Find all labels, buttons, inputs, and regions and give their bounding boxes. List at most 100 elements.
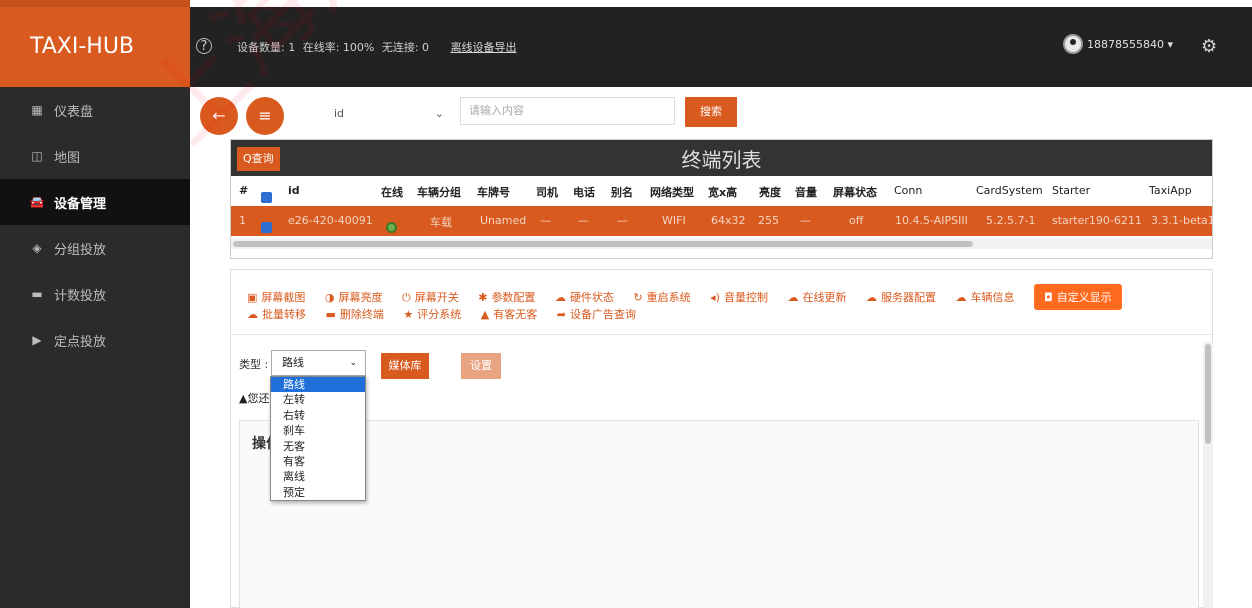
volume: — (800, 214, 811, 227)
chevron-down-icon: ⌄ (349, 358, 357, 368)
divider (231, 334, 1212, 335)
filter-field-select[interactable]: id ⌄ (330, 101, 450, 125)
dropdown-option[interactable]: 离线 (271, 469, 365, 484)
cloud-icon: ☁ (955, 291, 967, 304)
volume-action[interactable]: ◂) 音量控制 (710, 289, 768, 305)
brand-logo[interactable]: TAXI-HUB (0, 7, 190, 87)
group-icon: ◈ (32, 241, 42, 255)
sidebar-item-label: 设备管理 (54, 196, 107, 212)
contrast-icon: ◑ (324, 291, 335, 304)
phone: — (578, 214, 589, 227)
refresh-icon: ↻ (633, 291, 643, 304)
column-header: 车牌号 (477, 186, 510, 199)
list-button[interactable]: ≡ (246, 97, 284, 135)
sidebar-item-count-delivery[interactable]: ▬ 计数投放 (0, 271, 190, 317)
reboot-action[interactable]: ↻ 重启系统 (633, 289, 690, 305)
sidebar: ▦ 仪表盘 ◫ 地图 🚘 设备管理 ◈ 分组投放 ▬ 计数投放 ▶ 定点投放 (0, 87, 190, 608)
map-icon: ◫ (31, 149, 43, 163)
delete-terminal-action[interactable]: ▬ 删除终端 (326, 306, 384, 322)
back-button[interactable]: ← (200, 97, 238, 135)
table-row[interactable]: 1 e26-420-40091 车载 Unamed — — — WIFI 64x… (231, 206, 1212, 236)
sidebar-item-device-management[interactable]: 🚘 设备管理 (0, 179, 190, 225)
occupancy-action[interactable]: ▲ 有客无客 (481, 306, 537, 322)
offline-export-link[interactable]: 离线设备导出 (451, 41, 517, 54)
screen-size: 64x32 (711, 214, 746, 227)
type-select[interactable]: 路线 ⌄ (271, 350, 366, 376)
taxi-app: 3.3.1-beta16 (1151, 214, 1212, 227)
column-header[interactable]: id (288, 184, 300, 197)
device-id: e26-420-40091 (288, 214, 373, 227)
column-header: 在线 (381, 186, 403, 199)
main-content: ← ≡ id ⌄ 请输入内容 搜索 Q查询 终端列表 # id 在线 车辆分组 … (190, 87, 1252, 608)
cloud-icon: ☁ (865, 291, 877, 304)
online-update-action[interactable]: ☁ 在线更新 (787, 289, 846, 305)
star-icon: ★ (403, 308, 414, 321)
column-header: TaxiApp (1149, 184, 1192, 197)
rating-system-action[interactable]: ★ 评分系统 (403, 306, 461, 322)
driver: — (540, 214, 551, 227)
scrollbar-thumb[interactable] (233, 241, 973, 247)
brightness: 255 (758, 214, 779, 227)
user-icon: ▲ (480, 308, 490, 321)
type-label: 类型 : (239, 358, 269, 371)
dropdown-option[interactable]: 无客 (271, 439, 365, 454)
sidebar-item-label: 分组投放 (54, 242, 107, 258)
row-index: 1 (239, 214, 246, 227)
hardware-status-action[interactable]: ☁ 硬件状态 (555, 289, 614, 305)
top-strip-accent (0, 0, 190, 7)
screen-power-action[interactable]: ⏻ 屏幕开关 (402, 289, 459, 305)
search-input[interactable]: 请输入内容 (460, 97, 675, 125)
batch-transfer-action[interactable]: ☁ 批量转移 (247, 306, 306, 322)
dropdown-option[interactable]: 路线 (271, 377, 365, 393)
header-bar: TAXI-HUB ? 设备数量: 1 在线率: 100% 无连接: 0 离线设备… (0, 7, 1252, 87)
dropdown-option[interactable]: 预定 (271, 485, 365, 500)
sidebar-item-label: 定点投放 (54, 334, 107, 350)
parameter-config-action[interactable]: ✱ 参数配置 (478, 289, 535, 305)
camera-icon: ◘ (1043, 291, 1053, 304)
screenshot-action[interactable]: ▣ 屏幕截图 (247, 289, 305, 305)
media-library-button[interactable]: 媒体库 (381, 353, 429, 379)
sidebar-item-group-delivery[interactable]: ◈ 分组投放 (0, 225, 190, 271)
count-icon: ▬ (31, 287, 43, 301)
screen-state: off (849, 214, 864, 227)
brightness-action[interactable]: ◑ 屏幕亮度 (325, 289, 383, 305)
cog-icon: ✱ (478, 291, 488, 304)
cloud-upload-icon: ☁ (787, 291, 799, 304)
user-menu[interactable]: 18878555840 ▾ (1063, 34, 1173, 54)
server-config-action[interactable]: ☁ 服务器配置 (866, 289, 936, 305)
sidebar-item-fixed-point-delivery[interactable]: ▶ 定点投放 (0, 317, 190, 363)
settings-button[interactable]: 设置 (461, 353, 501, 379)
dropdown-option[interactable]: 刹车 (271, 423, 365, 438)
column-header: Starter (1052, 184, 1091, 197)
table-horizontal-scrollbar[interactable] (231, 239, 1212, 249)
alias: — (617, 214, 628, 227)
top-strip (0, 0, 1252, 7)
custom-display-button[interactable]: ◘ 自定义显示 (1033, 284, 1122, 310)
filter-field-value: id (334, 106, 345, 120)
dropdown-option[interactable]: 左转 (271, 392, 365, 407)
cloud-icon: ☁ (247, 308, 258, 321)
device-count: 设备数量: 1 (237, 41, 296, 54)
dropdown-option[interactable]: 右转 (271, 408, 365, 423)
power-icon: ⏻ (402, 291, 411, 304)
ad-query-action[interactable]: ➦ 设备广告查询 (557, 306, 636, 322)
sidebar-item-map[interactable]: ◫ 地图 (0, 133, 190, 179)
dropdown-option[interactable]: 有客 (271, 454, 365, 469)
column-header: CardSystem (976, 184, 1043, 197)
avatar-icon (1063, 34, 1083, 54)
search-button[interactable]: 搜索 (685, 97, 737, 127)
column-header: 车辆分组 (417, 186, 461, 199)
column-header: 别名 (611, 186, 633, 199)
vehicle-info-action[interactable]: ☁ 车辆信息 (955, 289, 1014, 305)
trash-icon: ▬ (325, 308, 336, 321)
vertical-scrollbar[interactable] (1203, 342, 1213, 608)
gear-icon[interactable]: ⚙ (1201, 36, 1217, 57)
column-header: 宽x高 (708, 186, 738, 199)
user-phone: 18878555840 ▾ (1087, 37, 1174, 51)
online-rate: 在线率: 100% (302, 41, 375, 54)
scrollbar-thumb[interactable] (1205, 344, 1211, 444)
question-circle-icon[interactable]: ? (196, 38, 212, 54)
sidebar-item-dashboard[interactable]: ▦ 仪表盘 (0, 87, 190, 133)
arrow-left-icon: ← (212, 106, 226, 125)
dashboard-icon: ▦ (31, 103, 43, 117)
